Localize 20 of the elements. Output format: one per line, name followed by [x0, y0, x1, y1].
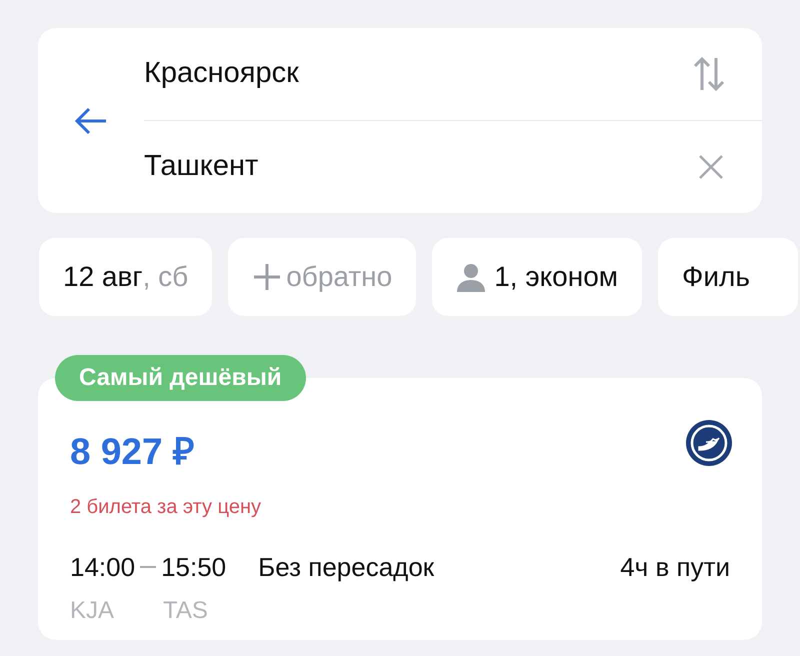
duration-text: 4ч в пути — [620, 550, 730, 584]
departure-time: 14:00 — [70, 550, 136, 584]
cheapest-badge: Самый дешёвый — [55, 355, 306, 401]
origin-code: KJA — [70, 596, 116, 626]
destination-field[interactable]: Ташкент — [144, 145, 698, 189]
airline-logo-icon — [686, 420, 732, 466]
swap-icon[interactable] — [692, 56, 726, 92]
date-chip[interactable]: 12 авг, сб — [39, 238, 212, 316]
close-icon[interactable] — [698, 154, 724, 180]
origin-field[interactable]: Красноярск — [144, 52, 692, 96]
passengers-chip[interactable]: 1, эконом — [432, 238, 642, 316]
stops-text: Без пересадок — [258, 550, 436, 584]
person-icon — [456, 262, 486, 292]
price: 8 927 ₽ — [70, 430, 195, 474]
tickets-left-note: 2 билета за эту цену — [70, 494, 262, 520]
arrival-time: 15:50 — [161, 550, 226, 584]
filters-chip[interactable]: Филь — [658, 238, 798, 316]
back-arrow-icon[interactable] — [74, 106, 108, 136]
plus-icon — [252, 262, 282, 292]
destination-code: TAS — [163, 596, 208, 626]
